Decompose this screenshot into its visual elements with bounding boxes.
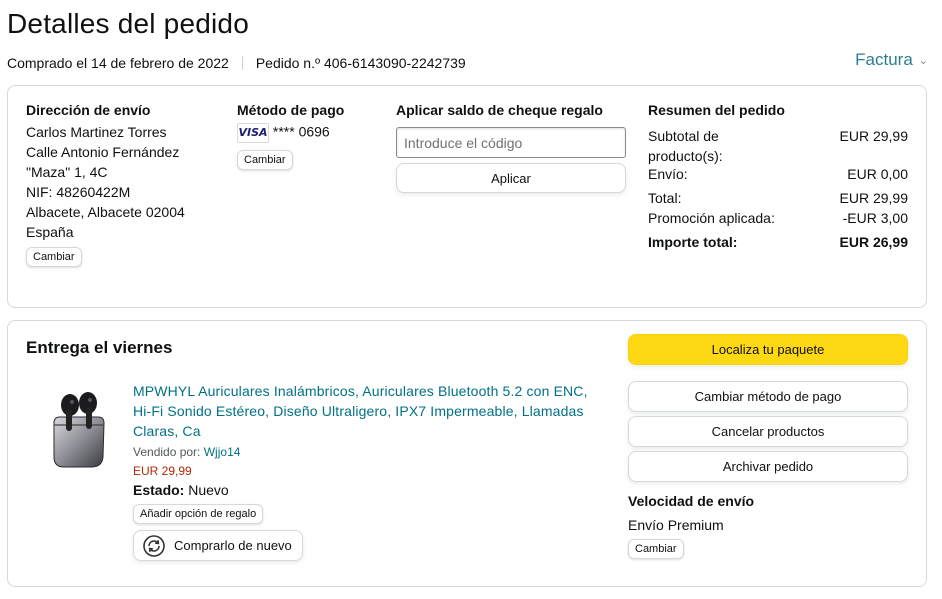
address-line: "Maza" 1, 4C	[26, 164, 108, 180]
product-image[interactable]	[48, 381, 108, 471]
order-number: Pedido n.º 406-6143090-2242739	[255, 55, 466, 71]
order-summary-section: Resumen del pedido Subtotal de producto(…	[648, 102, 908, 262]
invoice-dropdown[interactable]: Factura ⌄	[855, 50, 928, 70]
total-row: Total: EUR 29,99	[648, 190, 908, 206]
address-line: Albacete, Albacete 02004	[26, 204, 185, 220]
gift-code-input[interactable]	[396, 127, 626, 158]
shipping-value: EUR 0,00	[847, 166, 908, 182]
promo-row: Promoción aplicada: -EUR 3,00	[648, 210, 908, 226]
shipping-speed-heading: Velocidad de envío	[628, 493, 755, 509]
subtotal-value: EUR 29,99	[839, 128, 908, 144]
change-shipping-speed-button[interactable]: Cambiar	[628, 539, 684, 559]
address-line: Calle Antonio Fernández	[26, 144, 180, 160]
divider	[241, 56, 243, 70]
status-value: Nuevo	[188, 482, 229, 498]
seller-link[interactable]: Wjjo14	[204, 445, 241, 459]
address-line: España	[26, 224, 74, 240]
shipping-label: Envío:	[648, 166, 688, 182]
total-value: EUR 29,99	[839, 190, 908, 206]
cancel-products-button[interactable]: Cancelar productos	[628, 416, 908, 447]
total-label: Total:	[648, 190, 682, 206]
order-info-card: Dirección de envío Carlos Martinez Torre…	[7, 85, 927, 308]
delivery-heading: Entrega el viernes	[26, 338, 173, 357]
shipping-heading: Dirección de envío	[26, 102, 151, 118]
summary-heading: Resumen del pedido	[648, 102, 785, 118]
track-package-button[interactable]: Localiza tu paquete	[628, 334, 908, 365]
delivery-card: Entrega el viernes MPWHYL Auriculares In…	[7, 320, 927, 587]
change-address-button[interactable]: Cambiar	[26, 247, 82, 267]
chevron-down-icon[interactable]: ⌄	[919, 54, 928, 67]
shipping-row: Envío: EUR 0,00	[648, 166, 908, 182]
invoice-label[interactable]: Factura	[855, 50, 913, 70]
page-title: Detalles del pedido	[7, 8, 249, 39]
promo-label: Promoción aplicada:	[648, 210, 775, 226]
add-gift-option-button[interactable]: Añadir opción de regalo	[133, 504, 264, 524]
card-last-digits: **** 0696	[272, 123, 330, 140]
payment-method-section: Método de pago VISA **** 0696 Cambiar	[237, 102, 344, 170]
grand-total-value: EUR 26,99	[839, 234, 908, 250]
shipping-address-section: Dirección de envío Carlos Martinez Torre…	[26, 102, 185, 267]
gift-heading: Aplicar saldo de cheque regalo	[396, 102, 603, 118]
earbuds-image-icon[interactable]	[48, 381, 108, 471]
product-status: Estado: Nuevo	[133, 482, 588, 498]
product-title-line[interactable]: Hi-Fi Sonido Estéreo, Diseño Ultraligero…	[133, 401, 588, 421]
change-payment-button[interactable]: Cambiar	[237, 150, 293, 170]
subtotal-row: Subtotal de producto(s): EUR 29,99	[648, 126, 908, 166]
visa-card-icon: VISA	[237, 123, 269, 143]
product-price: EUR 29,99	[133, 464, 192, 478]
buy-again-button[interactable]: Comprarlo de nuevo	[133, 530, 303, 561]
promo-value: -EUR 3,00	[842, 210, 908, 226]
buy-again-icon	[143, 534, 165, 557]
subtotal-label-cont: producto(s):	[648, 148, 723, 164]
change-payment-method-button[interactable]: Cambiar método de pago	[628, 381, 908, 412]
purchase-date: Comprado el 14 de febrero de 2022	[7, 55, 229, 71]
product-title-line[interactable]: Claras, Ca	[133, 421, 588, 441]
buy-again-label[interactable]: Comprarlo de nuevo	[174, 538, 292, 553]
shipping-speed-value: Envío Premium	[628, 517, 724, 533]
product-title-line[interactable]: MPWHYL Auriculares Inalámbricos, Auricul…	[133, 381, 588, 401]
sold-by: Vendido por: Wjjo14	[133, 445, 588, 459]
product-details: MPWHYL Auriculares Inalámbricos, Auricul…	[133, 381, 588, 561]
card-info: VISA **** 0696	[237, 123, 344, 143]
gift-card-section: Aplicar saldo de cheque regalo Aplicar	[396, 102, 626, 193]
sold-by-label: Vendido por:	[133, 445, 201, 459]
archive-order-button[interactable]: Archivar pedido	[628, 451, 908, 482]
address-line: NIF: 48260422M	[26, 184, 131, 200]
status-label: Estado:	[133, 482, 185, 498]
apply-gift-button[interactable]: Aplicar	[396, 163, 626, 193]
order-meta: Comprado el 14 de febrero de 2022 Pedido…	[7, 55, 466, 71]
grand-total-label: Importe total:	[648, 234, 738, 250]
grand-total-row: Importe total: EUR 26,99	[648, 234, 908, 250]
address-line: Carlos Martinez Torres	[26, 124, 167, 140]
payment-heading: Método de pago	[237, 102, 345, 118]
